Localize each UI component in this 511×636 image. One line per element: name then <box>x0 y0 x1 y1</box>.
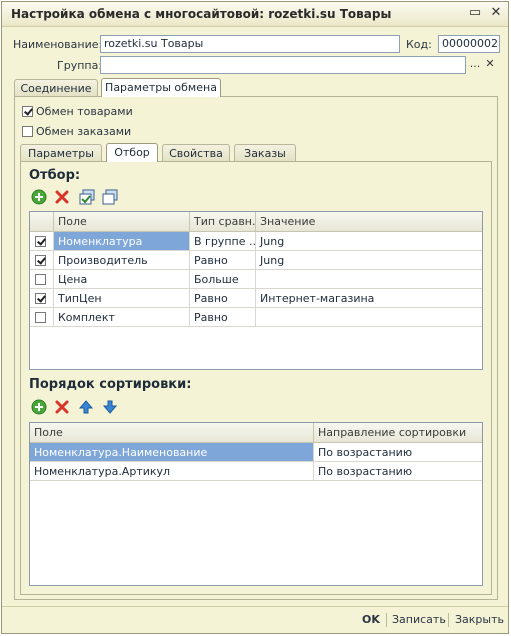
close-button[interactable]: Закрыть <box>455 613 504 626</box>
filter-header-check <box>30 212 54 232</box>
add-sort-icon[interactable] <box>31 399 47 415</box>
filter-row-checkbox[interactable] <box>35 312 46 323</box>
filter-row-compare[interactable]: Равно <box>190 289 256 308</box>
filter-row-compare[interactable]: В группе ... <box>190 232 256 251</box>
filter-row-value[interactable]: Интернет-магазина <box>256 289 482 308</box>
delete-icon[interactable] <box>54 189 70 205</box>
filter-row-compare[interactable]: Равно <box>190 251 256 270</box>
filter-row-compare[interactable]: Равно <box>190 308 256 327</box>
sort-row-field[interactable]: Номенклатура.Артикул <box>30 462 314 481</box>
filter-header-value[interactable]: Значение <box>256 212 482 232</box>
filter-row-value[interactable]: Jung <box>256 251 482 270</box>
sort-table[interactable]: Поле Направление сортировки Номенклатура… <box>29 422 483 586</box>
exchange-orders-label: Обмен заказами <box>36 125 132 138</box>
filter-row-value[interactable]: Jung <box>256 232 482 251</box>
footer-bar: OK Записать Закрыть <box>2 606 508 633</box>
add-icon[interactable] <box>31 189 47 205</box>
sort-row-direction[interactable]: По возрастанию <box>314 443 482 462</box>
filter-title: Отбор: <box>29 168 81 183</box>
filter-row-checkbox-cell <box>30 232 54 251</box>
footer-divider <box>386 613 387 627</box>
sort-row-field[interactable]: Номенклатура.Наименование <box>30 443 314 462</box>
name-field[interactable]: rozetki.su Товары <box>100 35 400 53</box>
delete-sort-icon[interactable] <box>54 399 70 415</box>
footer-divider <box>448 613 449 627</box>
save-button[interactable]: Записать <box>392 613 446 626</box>
tab-connection[interactable]: Соединение <box>14 79 98 97</box>
filter-row-checkbox[interactable] <box>35 293 46 304</box>
tab-parameters[interactable]: Параметры <box>20 144 102 162</box>
settings-window: Настройка обмена с многосайтовой: rozetk… <box>1 1 509 634</box>
tab-exchange-params[interactable]: Параметры обмена <box>101 78 221 97</box>
tab-filter[interactable]: Отбор <box>106 143 158 162</box>
close-icon[interactable]: ✕ <box>488 5 504 21</box>
minimize-icon[interactable]: ▭ <box>467 5 483 21</box>
filter-row-value[interactable] <box>256 270 482 289</box>
filter-header-compare[interactable]: Тип сравн... <box>190 212 263 232</box>
clear-icon[interactable]: ✕ <box>483 57 497 73</box>
filter-row-checkbox-cell <box>30 308 54 327</box>
tab-orders[interactable]: Заказы <box>234 144 296 162</box>
filter-row-checkbox-cell <box>30 251 54 270</box>
group-field[interactable] <box>100 56 466 74</box>
filter-row-checkbox[interactable] <box>35 255 46 266</box>
filter-row-checkbox-cell <box>30 270 54 289</box>
group-label: Группа: <box>57 59 103 72</box>
filter-row-field[interactable]: Номенклатура <box>54 232 190 251</box>
name-label: Наименование: <box>13 38 103 51</box>
exchange-goods-checkbox[interactable] <box>22 106 33 117</box>
check-all-icon[interactable] <box>79 189 95 205</box>
exchange-goods-label: Обмен товарами <box>36 105 133 118</box>
filter-row-field[interactable]: ТипЦен <box>54 289 190 308</box>
filter-row-field[interactable]: Комплект <box>54 308 190 327</box>
ok-button[interactable]: OK <box>362 613 380 626</box>
filter-row-compare[interactable]: Больше <box>190 270 256 289</box>
move-down-icon[interactable] <box>102 399 118 415</box>
filter-row-value[interactable] <box>256 308 482 327</box>
filter-row-field[interactable]: Цена <box>54 270 190 289</box>
title-bar: Настройка обмена с многосайтовой: rozetk… <box>2 2 508 27</box>
filter-table[interactable]: Поле Тип сравн... Значение Номенклатура … <box>29 211 483 370</box>
exchange-orders-checkbox[interactable] <box>22 126 33 137</box>
filter-row-checkbox[interactable] <box>35 236 46 247</box>
tab-properties[interactable]: Свойства <box>162 144 230 162</box>
sort-header-direction[interactable]: Направление сортировки <box>314 423 482 443</box>
filter-row-field[interactable]: Производитель <box>54 251 190 270</box>
window-title: Настройка обмена с многосайтовой: rozetk… <box>11 7 392 21</box>
uncheck-all-icon[interactable] <box>102 189 118 205</box>
sort-row-direction[interactable]: По возрастанию <box>314 462 482 481</box>
filter-row-checkbox[interactable] <box>35 274 46 285</box>
filter-header-field[interactable]: Поле <box>54 212 190 232</box>
filter-row-checkbox-cell <box>30 289 54 308</box>
sort-header-field[interactable]: Поле <box>30 423 314 443</box>
select-button[interactable]: ... <box>468 57 482 73</box>
sort-title: Порядок сортировки: <box>29 377 192 392</box>
code-field[interactable]: 000000023 <box>438 35 500 53</box>
move-up-icon[interactable] <box>78 399 94 415</box>
code-label: Код: <box>406 38 432 51</box>
